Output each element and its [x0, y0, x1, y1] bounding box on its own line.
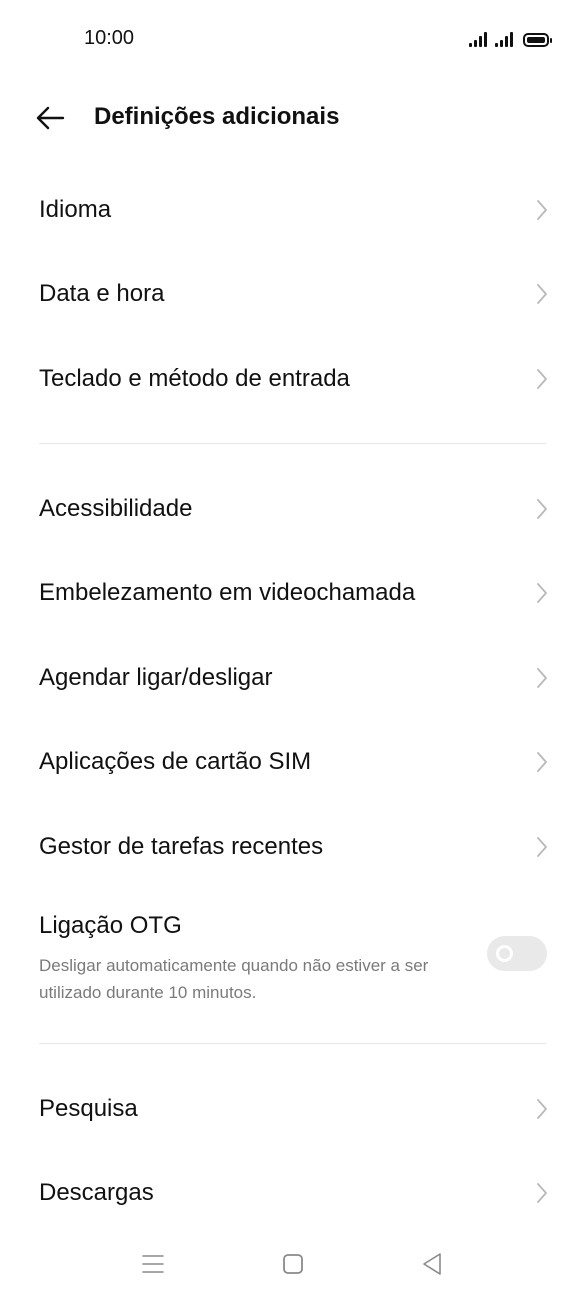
list-item-embelezamento[interactable]: Embelezamento em videochamada	[0, 551, 585, 635]
section-divider	[39, 1043, 546, 1044]
list-item-agendar[interactable]: Agendar ligar/desligar	[0, 636, 585, 720]
list-item-label: Idioma	[39, 196, 112, 223]
chevron-right-icon	[537, 668, 547, 688]
list-item-label: Descargas	[39, 1179, 154, 1206]
list-item-otg: Ligação OTG Desligar automaticamente qua…	[0, 900, 585, 1010]
list-item-label: Agendar ligar/desligar	[39, 664, 273, 691]
list-item-descargas[interactable]: Descargas	[0, 1151, 585, 1235]
battery-icon	[523, 33, 552, 47]
list-item-aplicacoes-sim[interactable]: Aplicações de cartão SIM	[0, 720, 585, 804]
list-item-idioma[interactable]: Idioma	[0, 168, 585, 252]
header: Definições adicionais	[0, 90, 585, 146]
otg-title: Ligação OTG	[39, 912, 182, 939]
back-button[interactable]	[30, 98, 70, 138]
arrow-left-icon	[36, 106, 65, 130]
list-item-gestor-tarefas[interactable]: Gestor de tarefas recentes	[0, 805, 585, 889]
chevron-right-icon	[537, 1099, 547, 1119]
chevron-right-icon	[537, 284, 547, 304]
section-divider	[39, 443, 546, 444]
page-title: Definições adicionais	[94, 103, 340, 130]
home-button[interactable]	[277, 1248, 309, 1280]
list-item-label: Aplicações de cartão SIM	[39, 748, 312, 775]
list-item-data-hora[interactable]: Data e hora	[0, 252, 585, 336]
signal-1-icon	[469, 31, 487, 47]
status-time: 10:00	[84, 27, 135, 49]
menu-icon	[142, 1255, 164, 1273]
list-item-pesquisa[interactable]: Pesquisa	[0, 1067, 585, 1151]
chevron-right-icon	[537, 752, 547, 772]
list-item-label: Gestor de tarefas recentes	[39, 833, 324, 860]
list-item-label: Teclado e método de entrada	[39, 365, 350, 392]
list-item-acessibilidade[interactable]: Acessibilidade	[0, 467, 585, 551]
nav-back-button[interactable]	[416, 1248, 448, 1280]
list-item-label: Pesquisa	[39, 1095, 138, 1122]
signal-2-icon	[495, 31, 513, 47]
chevron-right-icon	[537, 369, 547, 389]
chevron-right-icon	[537, 200, 547, 220]
list-item-teclado[interactable]: Teclado e método de entrada	[0, 337, 585, 421]
chevron-right-icon	[537, 583, 547, 603]
status-bar: 10:00	[0, 0, 585, 78]
chevron-right-icon	[537, 837, 547, 857]
toggle-knob	[496, 945, 513, 962]
list-item-label: Embelezamento em videochamada	[39, 579, 416, 606]
list-item-label: Data e hora	[39, 280, 165, 307]
chevron-right-icon	[537, 499, 547, 519]
back-triangle-icon	[423, 1253, 441, 1275]
otg-toggle[interactable]	[487, 936, 547, 971]
list-item-label: Acessibilidade	[39, 495, 193, 522]
settings-screen: 10:00 Definições adicionais Idioma Data …	[0, 0, 585, 1300]
otg-description: Desligar automaticamente quando não esti…	[39, 956, 429, 1002]
home-icon	[283, 1254, 303, 1274]
status-icons	[469, 27, 552, 47]
recent-apps-button[interactable]	[137, 1248, 169, 1280]
chevron-right-icon	[537, 1183, 547, 1203]
navigation-bar	[0, 1236, 585, 1292]
